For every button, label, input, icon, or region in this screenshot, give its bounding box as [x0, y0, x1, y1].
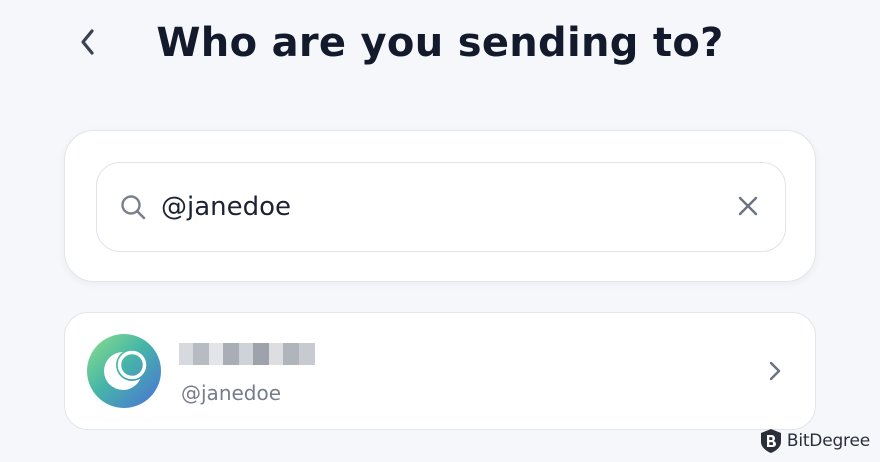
watermark-text: BitDegree [786, 431, 870, 451]
bitdegree-logo-icon [760, 429, 781, 453]
search-box[interactable] [96, 162, 786, 252]
search-icon [121, 195, 146, 220]
redacted-contact-name [179, 343, 315, 365]
avatar [87, 334, 161, 408]
moon-avatar-icon [104, 350, 147, 390]
page-title: Who are you sending to? [156, 20, 724, 66]
contact-result-row[interactable]: @janedoe [64, 312, 816, 430]
send-recipient-screen: Who are you sending to? @janedoe @janedo… [0, 0, 880, 462]
search-card [64, 130, 816, 282]
clear-search-button[interactable] [735, 193, 761, 219]
chevron-right-icon [769, 361, 781, 381]
contact-handle: @janedoe [181, 381, 282, 405]
close-icon [738, 196, 758, 216]
search-input[interactable] [161, 185, 721, 229]
bitdegree-watermark: BitDegree [759, 428, 870, 454]
